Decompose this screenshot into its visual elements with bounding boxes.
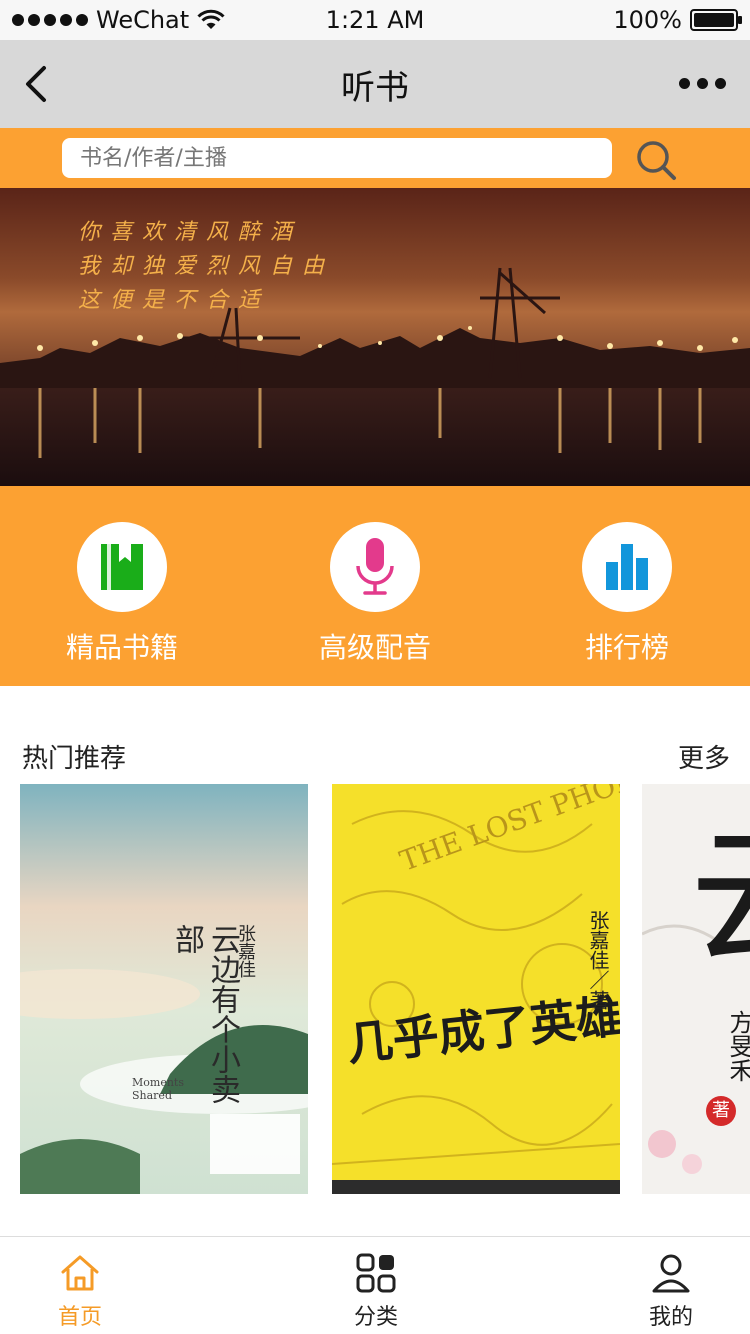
search-icon[interactable] <box>634 138 678 182</box>
more-link[interactable]: 更多 <box>678 738 730 775</box>
battery-percent: 100% <box>613 6 682 34</box>
book-card[interactable]: 云 方旻禾 著 <box>642 784 750 1194</box>
battery-icon <box>690 9 742 31</box>
navigation-bar: 听书 <box>0 40 750 128</box>
book-english-title: Moments Shared <box>132 1076 184 1102</box>
status-right: 100% <box>613 6 742 34</box>
tab-bar: 首页 分类 我的 <box>0 1236 750 1334</box>
book-author: 张嘉佳 <box>235 924 256 978</box>
banner-image[interactable]: 你喜欢清风醉酒 我却独爱烈风自由 这便是不合适 <box>0 188 750 486</box>
section-title: 热门推荐 <box>22 744 127 774</box>
category-label: 精品书籍 <box>65 631 178 664</box>
tab-categories[interactable]: 分类 <box>316 1251 436 1331</box>
tab-profile[interactable]: 我的 <box>611 1251 731 1331</box>
app-screen: WeChat 1:21 AM 100% 听书 书名/作者/主播 你喜欢清风醉酒 … <box>0 0 750 1334</box>
page-title: 听书 <box>341 68 409 108</box>
book-carousel[interactable]: 云边有个小卖部 张嘉佳 Moments Shared THE LOST PHOE… <box>20 784 750 1196</box>
user-icon <box>652 1254 690 1293</box>
category-icon-wrap <box>582 522 672 612</box>
tab-home[interactable]: 首页 <box>20 1251 140 1331</box>
category-icon-wrap <box>330 522 420 612</box>
category-label: 排行榜 <box>584 631 669 664</box>
book-title: 云 <box>690 824 750 974</box>
tab-label: 我的 <box>648 1305 693 1330</box>
search-input[interactable] <box>62 138 612 178</box>
category-icon-wrap <box>77 522 167 612</box>
more-options-icon[interactable] <box>679 78 726 89</box>
author-seal-badge: 著 <box>706 1096 736 1126</box>
banner-line: 我却独爱烈风自由 <box>78 254 335 279</box>
category-ranking[interactable]: 排行榜 <box>527 522 727 666</box>
banner-poem: 你喜欢清风醉酒 我却独爱烈风自由 这便是不合适 <box>78 216 334 318</box>
search-bar <box>0 128 750 188</box>
book-card[interactable]: 云边有个小卖部 张嘉佳 Moments Shared <box>20 784 308 1194</box>
book-author: 方旻禾 <box>725 1010 750 1082</box>
tab-label: 首页 <box>57 1305 102 1330</box>
home-icon <box>61 1255 99 1291</box>
banner-line: 你喜欢清风醉酒 <box>78 220 303 245</box>
category-label: 高级配音 <box>318 631 431 664</box>
category-premium-dubbing[interactable]: 高级配音 <box>275 522 475 666</box>
banner-line: 这便是不合适 <box>78 288 271 313</box>
book-card[interactable]: THE LOST PHOENIX 几乎成了英雄 张嘉佳／著 <box>332 784 620 1194</box>
category-premium-books[interactable]: 精品书籍 <box>22 522 222 666</box>
microphone-icon <box>356 538 394 595</box>
book-icon <box>101 544 143 590</box>
bar-chart-icon <box>606 544 648 590</box>
category-row: 精品书籍 高级配音 排行榜 <box>0 486 750 686</box>
book-author: 张嘉佳／著 <box>586 910 610 1010</box>
grid-icon <box>356 1253 396 1293</box>
status-bar: WeChat 1:21 AM 100% <box>0 0 750 40</box>
book-cover-image <box>20 784 308 1194</box>
tab-label: 分类 <box>353 1305 398 1330</box>
